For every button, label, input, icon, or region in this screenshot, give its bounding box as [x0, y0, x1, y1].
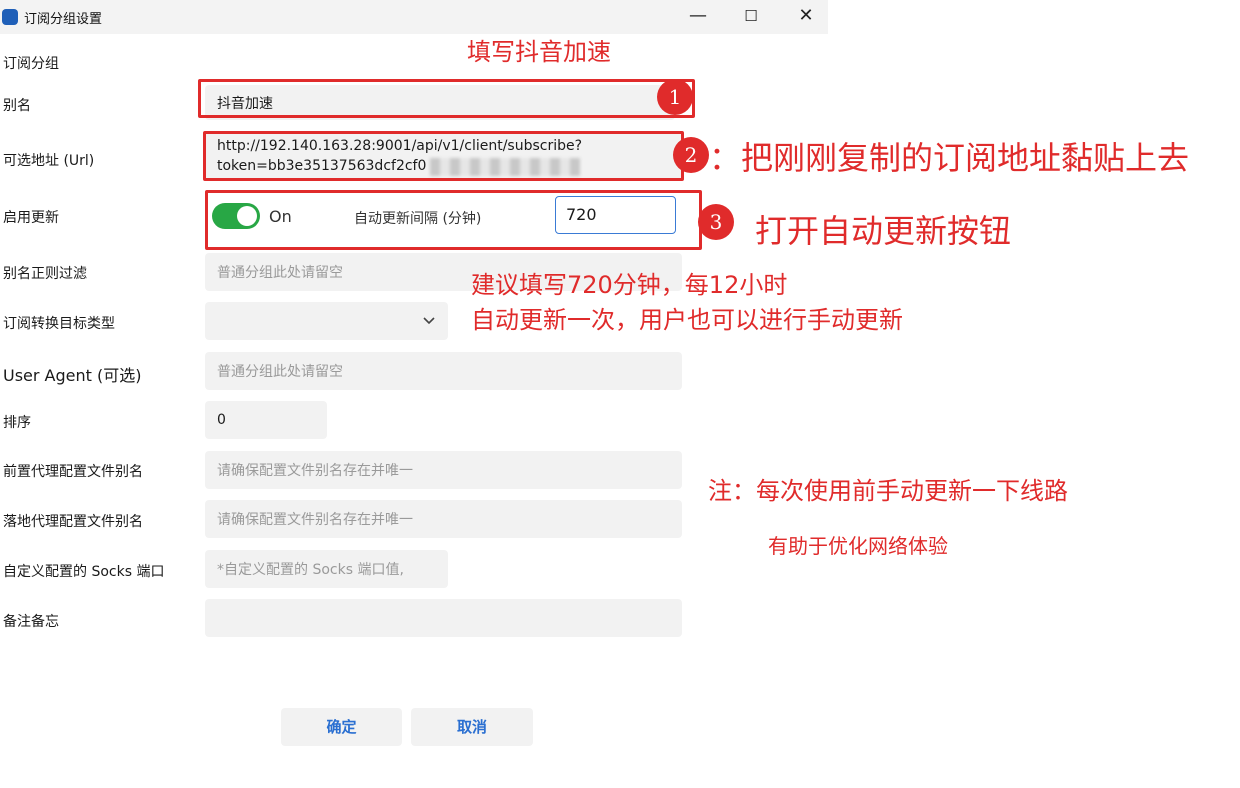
sort-label: 排序: [3, 415, 31, 431]
pre-proxy-label: 前置代理配置文件别名: [3, 464, 143, 480]
annotation-note-1: 注：每次使用前手动更新一下线路: [708, 477, 1068, 505]
close-button[interactable]: ✕: [783, 4, 829, 30]
socks-port-label: 自定义配置的 Socks 端口: [3, 564, 165, 580]
step-number-2: 2: [673, 137, 709, 173]
convert-target-label: 订阅转换目标类型: [3, 316, 115, 332]
section-title: 订阅分组: [3, 56, 59, 72]
step-number-3: 3: [698, 204, 734, 240]
annotation-step-3: 打开自动更新按钮: [755, 212, 1012, 250]
annotation-note-2: 有助于优化网络体验: [768, 534, 948, 558]
alias-filter-label: 别名正则过滤: [3, 266, 87, 282]
annotation-top: 填写抖音加速: [467, 38, 611, 66]
socks-port-input[interactable]: *自定义配置的 Socks 端口值,: [205, 550, 448, 588]
cancel-button[interactable]: 取消: [411, 708, 533, 746]
user-agent-label: User Agent (可选): [3, 366, 142, 385]
annotation-step-2: ：把刚刚复制的订阅地址黏贴上去: [709, 139, 1190, 177]
annotation-suggest-2: 自动更新一次，用户也可以进行手动更新: [471, 306, 903, 334]
sort-value: 0: [217, 412, 226, 428]
alias-label: 别名: [3, 98, 31, 114]
confirm-button[interactable]: 确定: [281, 708, 402, 746]
minimize-button[interactable]: —: [675, 4, 721, 30]
maximize-button[interactable]: ☐: [728, 4, 774, 30]
user-agent-input[interactable]: 普通分组此处请留空: [205, 352, 682, 390]
socks-port-placeholder: *自定义配置的 Socks 端口值,: [217, 562, 404, 578]
alias-filter-placeholder: 普通分组此处请留空: [217, 265, 343, 281]
annotation-suggest-1: 建议填写720分钟，每12小时: [471, 271, 788, 299]
landing-proxy-input[interactable]: 请确保配置文件别名存在并唯一: [205, 500, 682, 538]
highlight-box-2: [203, 131, 684, 181]
sort-input[interactable]: 0: [205, 401, 327, 439]
landing-proxy-placeholder: 请确保配置文件别名存在并唯一: [217, 512, 413, 528]
user-agent-placeholder: 普通分组此处请留空: [217, 364, 343, 380]
remarks-label: 备注备忘: [3, 614, 59, 630]
pre-proxy-input[interactable]: 请确保配置文件别名存在并唯一: [205, 451, 682, 489]
chevron-down-icon: [423, 317, 435, 325]
landing-proxy-label: 落地代理配置文件别名: [3, 514, 143, 530]
highlight-box-3: [205, 190, 702, 250]
app-logo-icon: [2, 9, 18, 25]
remarks-input[interactable]: [205, 599, 682, 637]
highlight-box-1: [198, 79, 695, 118]
pre-proxy-placeholder: 请确保配置文件别名存在并唯一: [217, 463, 413, 479]
update-label: 启用更新: [3, 210, 59, 226]
url-label: 可选地址 (Url): [3, 153, 95, 169]
step-number-1: 1: [657, 79, 693, 115]
window-title: 订阅分组设置: [24, 12, 103, 27]
convert-target-select[interactable]: [205, 302, 448, 340]
